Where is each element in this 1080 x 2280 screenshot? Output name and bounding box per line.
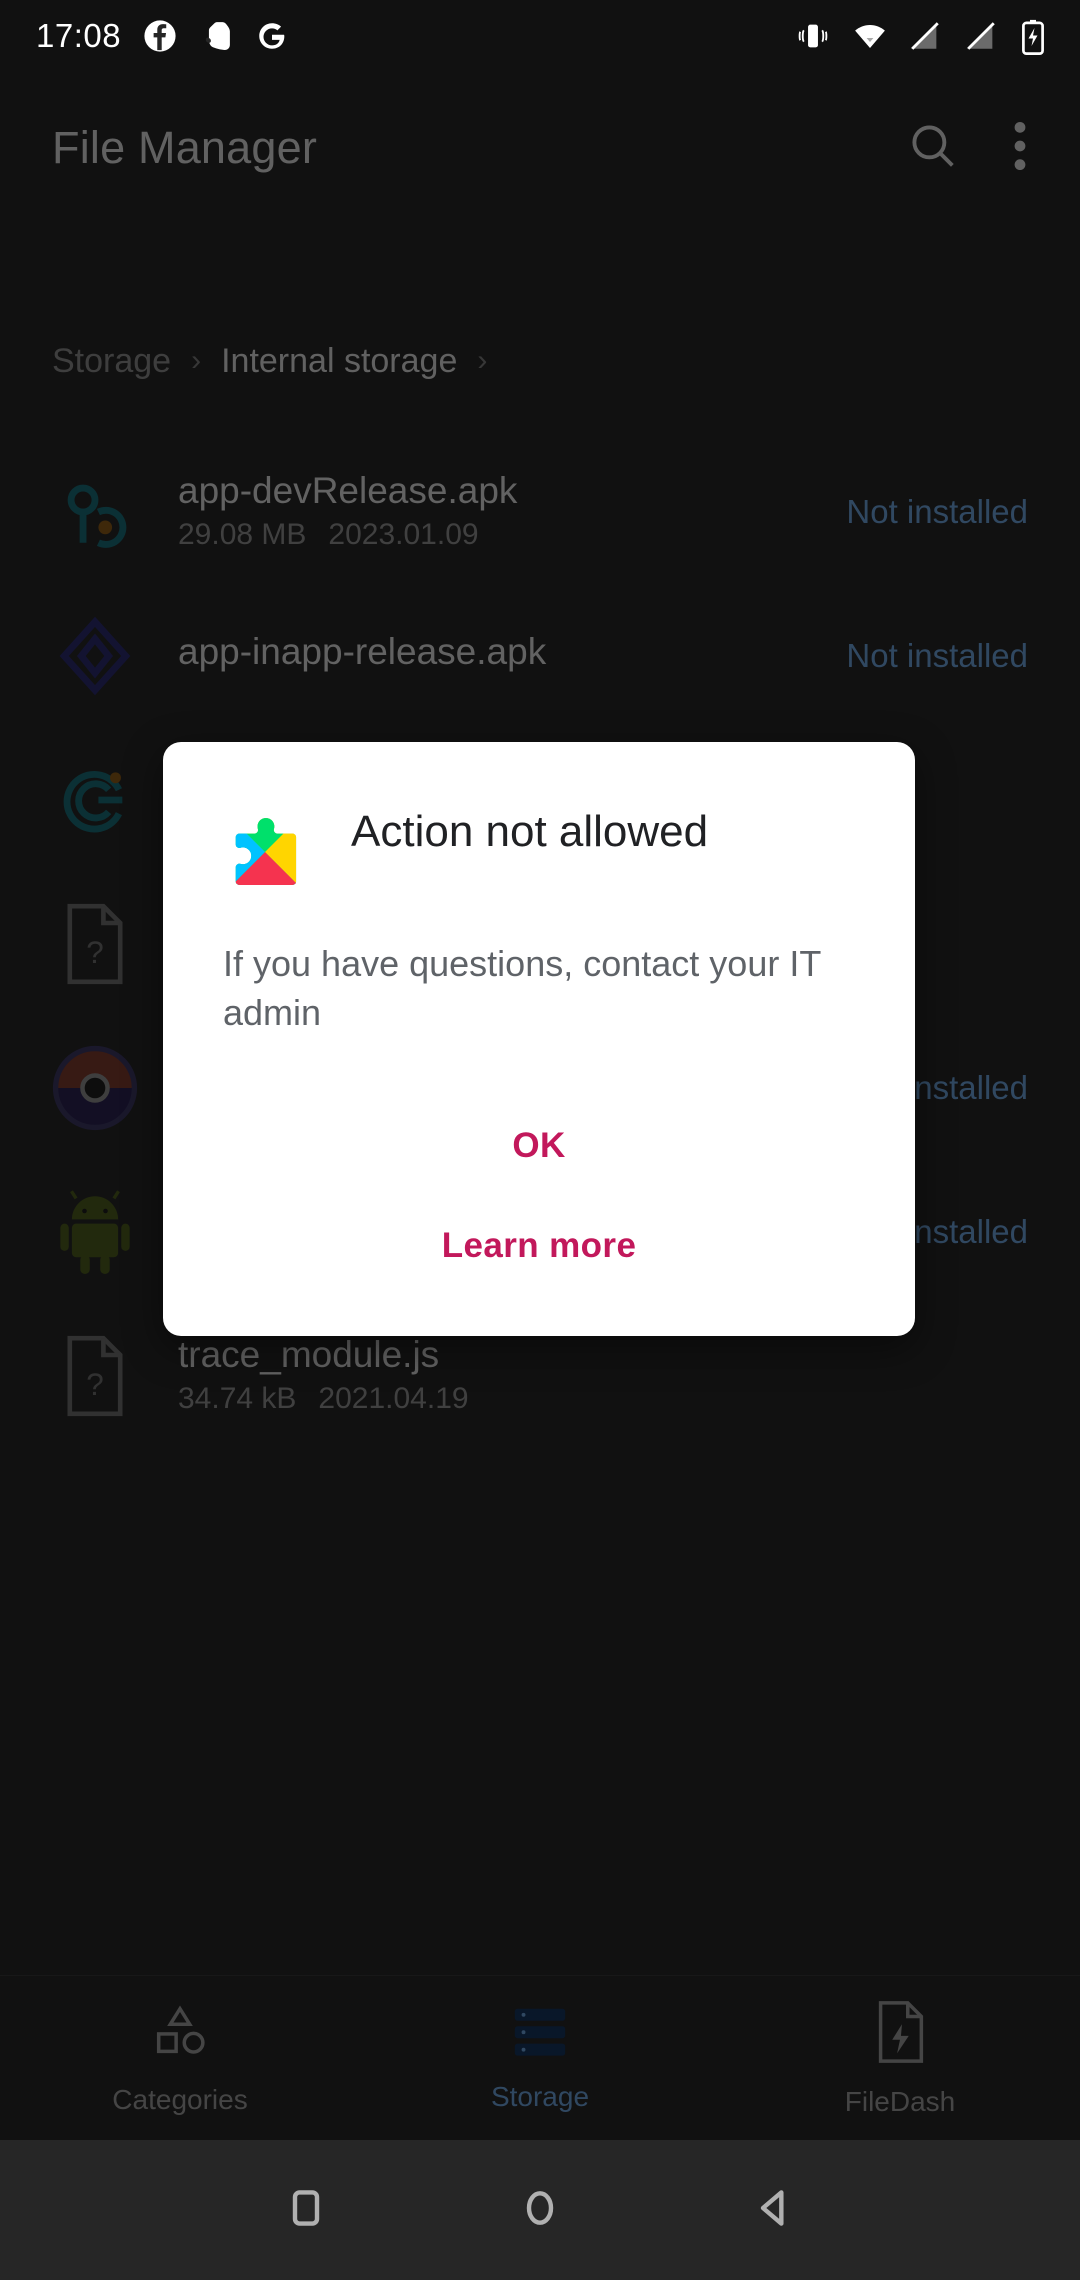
nav-item-storage[interactable]: Storage — [360, 2004, 720, 2113]
table-row[interactable]: app-devRelease.apk 29.08 MB 2023.01.09 N… — [0, 440, 1080, 584]
status-badge: Not installed — [846, 493, 1028, 530]
svg-text:?: ? — [86, 1366, 104, 1402]
phone-screen: File Manager Storage › Internal storage — [0, 0, 1080, 2280]
signal-off-icon — [908, 19, 942, 53]
triangle-back-icon[interactable] — [752, 2186, 796, 2235]
file-meta: 34.74 kB 2021.04.19 — [178, 1382, 469, 1416]
apk-purple-icon — [52, 613, 138, 699]
google-icon — [255, 19, 289, 53]
pokeball-icon — [52, 1045, 138, 1131]
status-bar-right — [796, 19, 1054, 55]
nav-label: Storage — [490, 2080, 590, 2112]
battery-charging-icon — [1020, 19, 1054, 55]
facebook-icon — [143, 19, 177, 53]
nav-item-categories[interactable]: Categories — [0, 2001, 360, 2116]
breadcrumb-item-storage[interactable]: Storage — [52, 342, 171, 381]
dialog-header: Action not allowed — [221, 804, 857, 896]
file-texts: app-devRelease.apk 29.08 MB 2023.01.09 — [178, 469, 518, 553]
file-texts: trace_module.js 34.74 kB 2021.04.19 — [178, 1333, 469, 1417]
learn-more-button[interactable]: Learn more — [412, 1200, 667, 1292]
file-name: app-devRelease.apk — [178, 469, 518, 511]
action-not-allowed-dialog: Action not allowed If you have questions… — [163, 742, 915, 1336]
circle-home-icon[interactable] — [518, 2186, 562, 2235]
page-title: File Manager — [52, 122, 318, 173]
dialog-title: Action not allowed — [351, 807, 709, 856]
breadcrumb-item-internal-storage[interactable]: Internal storage — [221, 342, 457, 381]
app-bar: File Manager — [0, 100, 1080, 196]
file-date: 2021.04.19 — [318, 1382, 469, 1416]
square-recents-icon[interactable] — [284, 2186, 328, 2235]
ok-button[interactable]: OK — [482, 1100, 595, 1192]
file-size: 29.08 MB — [178, 518, 307, 552]
file-texts: app-inapp-release.apk — [178, 630, 547, 680]
android-robot-icon — [52, 1189, 138, 1275]
unknown-file-icon: ? — [52, 901, 138, 987]
app-bar-actions — [904, 117, 1040, 180]
file-name: app-inapp-release.apk — [178, 630, 547, 672]
dialog-actions: OK Learn more — [221, 1100, 857, 1292]
file-meta: 29.08 MB 2023.01.09 — [178, 518, 517, 552]
status-badge: Not installed — [846, 637, 1028, 674]
apk-teal-icon — [52, 469, 138, 555]
table-row[interactable]: app-inapp-release.apk Not installed — [0, 584, 1080, 728]
dialog-body-text: If you have questions, contact your IT a… — [223, 943, 821, 1033]
google-play-services-icon — [221, 808, 309, 896]
svg-text:?: ? — [86, 934, 104, 970]
status-clock: 17:08 — [36, 17, 122, 54]
shapes-icon — [149, 2001, 211, 2068]
file-date: 2023.01.09 — [328, 518, 479, 552]
breadcrumb: Storage › Internal storage › — [52, 330, 487, 392]
status-bar: 17:08 — [0, 0, 1080, 72]
evernote-icon — [199, 19, 233, 53]
file-size: 34.74 kB — [178, 1382, 297, 1416]
wifi-icon — [852, 19, 886, 53]
bottom-navigation: Categories Storage FileDash — [0, 1975, 1080, 2140]
chevron-right-icon: › — [191, 344, 202, 377]
nav-item-filedash[interactable]: FileDash — [720, 1999, 1080, 2118]
status-bar-left: 17:08 — [36, 17, 289, 55]
apk-g-circle-icon — [52, 757, 138, 843]
file-name: trace_module.js — [178, 1333, 440, 1375]
chevron-right-icon: › — [477, 344, 488, 377]
vibrate-icon — [796, 19, 830, 53]
unknown-file-icon: ? — [52, 1333, 138, 1419]
file-bolt-icon — [872, 1999, 928, 2070]
search-icon[interactable] — [904, 117, 962, 180]
nav-label: FileDash — [844, 2085, 956, 2117]
nav-label: Categories — [112, 2083, 248, 2115]
signal-off-icon — [964, 19, 998, 53]
system-navigation-bar — [0, 2140, 1080, 2280]
storage-stack-icon — [509, 2004, 571, 2065]
more-vert-icon[interactable] — [1000, 117, 1040, 180]
